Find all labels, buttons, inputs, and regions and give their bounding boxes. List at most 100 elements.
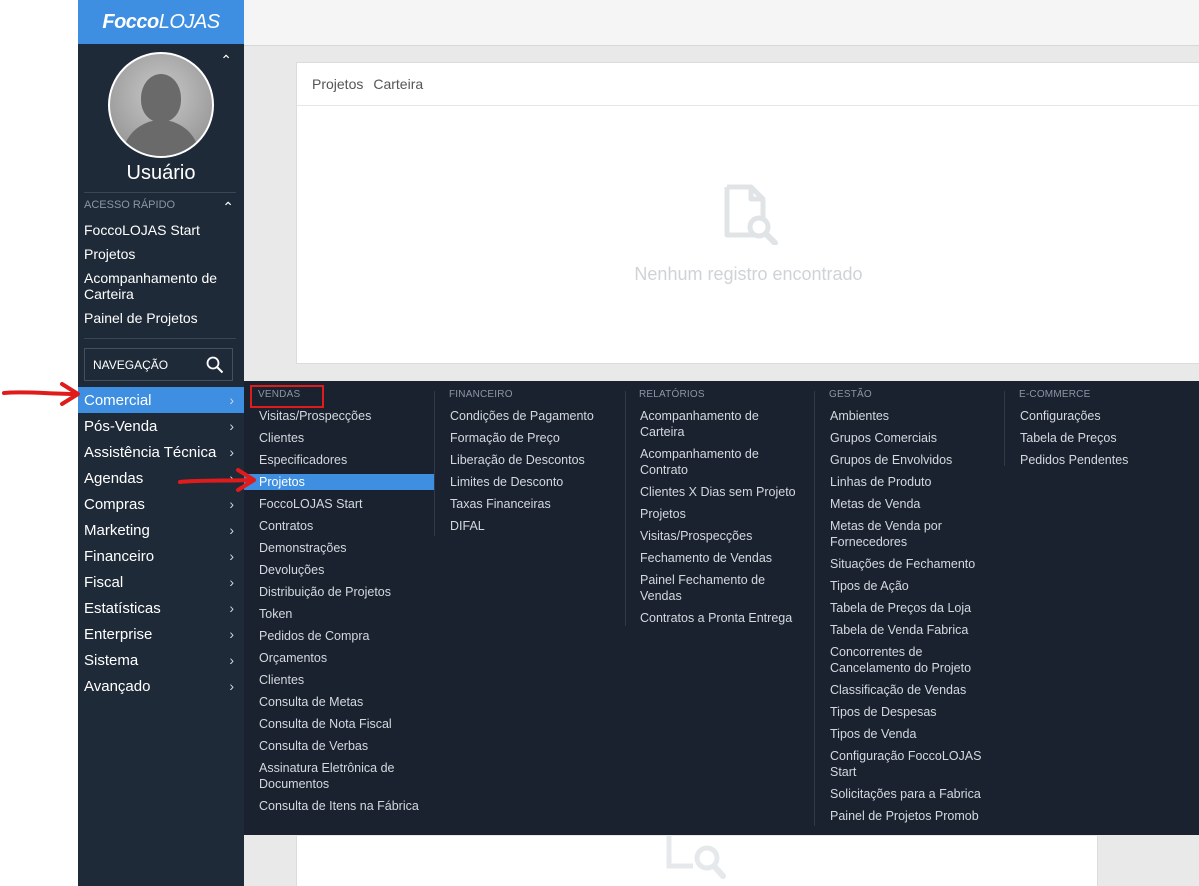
menu-item-assistencia-tecnica[interactable]: Assistência Técnica › <box>78 439 244 465</box>
quick-item-acompanhamento-carteira[interactable]: Acompanhamento de Carteira <box>78 270 244 302</box>
nav-search-input[interactable]: NAVEGAÇÃO <box>84 348 233 381</box>
chevron-up-icon[interactable]: ⌃ <box>220 52 232 69</box>
quick-item-projetos[interactable]: Projetos <box>78 246 244 262</box>
mega-item[interactable]: Pedidos de Compra <box>244 628 434 644</box>
mega-item[interactable]: Tipos de Venda <box>815 726 1005 742</box>
document-search-icon <box>724 184 778 246</box>
mega-item[interactable]: Tabela de Preços <box>1005 430 1195 446</box>
menu-item-label: Fiscal <box>84 573 124 591</box>
tab-projetos[interactable]: Projetos <box>312 76 363 92</box>
mega-item[interactable]: Visitas/Prospecções <box>244 408 434 424</box>
mega-item[interactable]: Metas de Venda por Fornecedores <box>815 518 980 550</box>
column-title-ecommerce: E-COMMERCE <box>1019 389 1091 400</box>
mega-item[interactable]: Token <box>244 606 434 622</box>
menu-item-financeiro[interactable]: Financeiro › <box>78 543 244 569</box>
chevron-right-icon: › <box>229 392 234 408</box>
mega-item[interactable]: Contratos <box>244 518 434 534</box>
mega-item[interactable]: Tabela de Preços da Loja <box>815 600 1005 616</box>
mega-item[interactable]: Demonstrações <box>244 540 434 556</box>
chevron-right-icon: › <box>229 626 234 642</box>
menu-item-fiscal[interactable]: Fiscal › <box>78 569 244 595</box>
mega-item[interactable]: Visitas/Prospecções <box>625 528 815 544</box>
mega-item-projetos-selected[interactable]: Projetos <box>244 474 434 490</box>
mega-item[interactable]: Contratos a Pronta Entrega <box>625 610 815 626</box>
username: Usuário <box>126 162 196 184</box>
mega-item[interactable]: Tipos de Ação <box>815 578 1005 594</box>
menu-item-label: Pós-Venda <box>84 417 158 435</box>
chevron-right-icon: › <box>229 496 234 512</box>
logo-light-text: LOJAS <box>158 10 220 33</box>
mega-item[interactable]: Classificação de Vendas <box>815 682 1005 698</box>
mega-item[interactable]: Acompanhamento de Carteira <box>625 408 790 440</box>
background-strip <box>1112 836 1199 886</box>
mega-item[interactable]: Projetos <box>625 506 815 522</box>
mega-item[interactable]: Concorrentes de Cancelamento do Projeto <box>815 644 990 676</box>
chevron-up-icon[interactable]: ⌃ <box>222 199 234 216</box>
chevron-right-icon: › <box>229 548 234 564</box>
menu-item-sistema[interactable]: Sistema › <box>78 647 244 673</box>
column-gestao: GESTÃO Ambientes Grupos Comerciais Grupo… <box>815 389 1005 830</box>
main-menu: Comercial › Pós-Venda › Assistência Técnic… <box>78 387 244 699</box>
mega-item[interactable]: Situações de Fechamento <box>815 556 1005 572</box>
mega-item[interactable]: Formação de Preço <box>435 430 625 446</box>
mega-item[interactable]: Grupos Comerciais <box>815 430 1005 446</box>
column-financeiro: FINANCEIRO Condições de Pagamento Formaç… <box>435 389 625 540</box>
menu-item-label: Agendas <box>84 469 144 487</box>
mega-item[interactable]: Especificadores <box>244 452 434 468</box>
mega-item[interactable]: Clientes X Dias sem Projeto <box>625 484 815 500</box>
menu-item-pos-venda[interactable]: Pós-Venda › <box>78 413 244 439</box>
mega-item[interactable]: Pedidos Pendentes <box>1005 452 1195 468</box>
user-panel: ⌃ Usuário <box>78 44 244 192</box>
quick-item-painel-projetos[interactable]: Painel de Projetos <box>78 310 244 326</box>
mega-item[interactable]: Ambientes <box>815 408 1005 424</box>
empty-state-text: Nenhum registro encontrado <box>634 264 863 284</box>
mega-item[interactable]: Consulta de Itens na Fábrica <box>244 798 434 814</box>
mega-item[interactable]: Orçamentos <box>244 650 434 666</box>
mega-item[interactable]: Assinatura Eletrônica de Documentos <box>244 760 414 792</box>
menu-item-label: Financeiro <box>84 547 155 565</box>
mega-item[interactable]: Consulta de Verbas <box>244 738 434 754</box>
menu-item-comercial[interactable]: Comercial › <box>78 387 244 413</box>
mega-item[interactable]: Metas de Venda <box>815 496 1005 512</box>
mega-item[interactable]: Painel de Projetos Promob <box>815 808 1005 824</box>
mega-item[interactable]: Limites de Desconto <box>435 474 625 490</box>
mega-item[interactable]: Clientes <box>244 430 434 446</box>
mega-item[interactable]: Configurações <box>1005 408 1195 424</box>
mega-item[interactable]: Condições de Pagamento <box>435 408 625 424</box>
mega-item[interactable]: Distribuição de Projetos <box>244 584 434 600</box>
avatar[interactable] <box>108 52 214 158</box>
quick-item-foccolojas-start[interactable]: FoccoLOJAS Start <box>78 222 244 238</box>
nav-search-label: NAVEGAÇÃO <box>93 357 169 372</box>
chevron-right-icon: › <box>229 444 234 460</box>
mega-item[interactable]: Painel Fechamento de Vendas <box>625 572 790 604</box>
mega-item[interactable]: Tipos de Despesas <box>815 704 1005 720</box>
empty-state: Nenhum registro encontrado <box>297 181 1199 285</box>
mega-item[interactable]: Consulta de Metas <box>244 694 434 710</box>
mega-item[interactable]: Clientes <box>244 672 434 688</box>
logo[interactable]: Focco LOJAS <box>78 0 244 44</box>
mega-item[interactable]: FoccoLOJAS Start <box>244 496 434 512</box>
mega-item[interactable]: Configuração FoccoLOJAS Start <box>815 748 990 780</box>
mega-item[interactable]: DIFAL <box>435 518 625 534</box>
mega-item[interactable]: Taxas Financeiras <box>435 496 625 512</box>
projects-card: Projetos Carteira Nenhum registro encont… <box>296 62 1199 364</box>
menu-item-label: Assistência Técnica <box>84 443 217 461</box>
mega-item[interactable]: Acompanhamento de Contrato <box>625 446 790 478</box>
mega-item[interactable]: Consulta de Nota Fiscal <box>244 716 434 732</box>
mega-item[interactable]: Tabela de Venda Fabrica <box>815 622 1005 638</box>
search-icon[interactable] <box>206 356 224 374</box>
red-arrow-icon <box>2 382 80 406</box>
menu-item-estatisticas[interactable]: Estatísticas › <box>78 595 244 621</box>
red-arrow-icon <box>178 468 256 492</box>
mega-item[interactable]: Liberação de Descontos <box>435 452 625 468</box>
tab-carteira[interactable]: Carteira <box>373 76 423 92</box>
mega-item[interactable]: Fechamento de Vendas <box>625 550 815 566</box>
menu-item-enterprise[interactable]: Enterprise › <box>78 621 244 647</box>
mega-item[interactable]: Grupos de Envolvidos <box>815 452 1005 468</box>
menu-item-label: Comercial <box>84 391 152 409</box>
mega-item[interactable]: Devoluções <box>244 562 434 578</box>
mega-item[interactable]: Solicitações para a Fabrica <box>815 786 1005 802</box>
menu-item-marketing[interactable]: Marketing › <box>78 517 244 543</box>
mega-item[interactable]: Linhas de Produto <box>815 474 1005 490</box>
menu-item-avancado[interactable]: Avançado › <box>78 673 244 699</box>
